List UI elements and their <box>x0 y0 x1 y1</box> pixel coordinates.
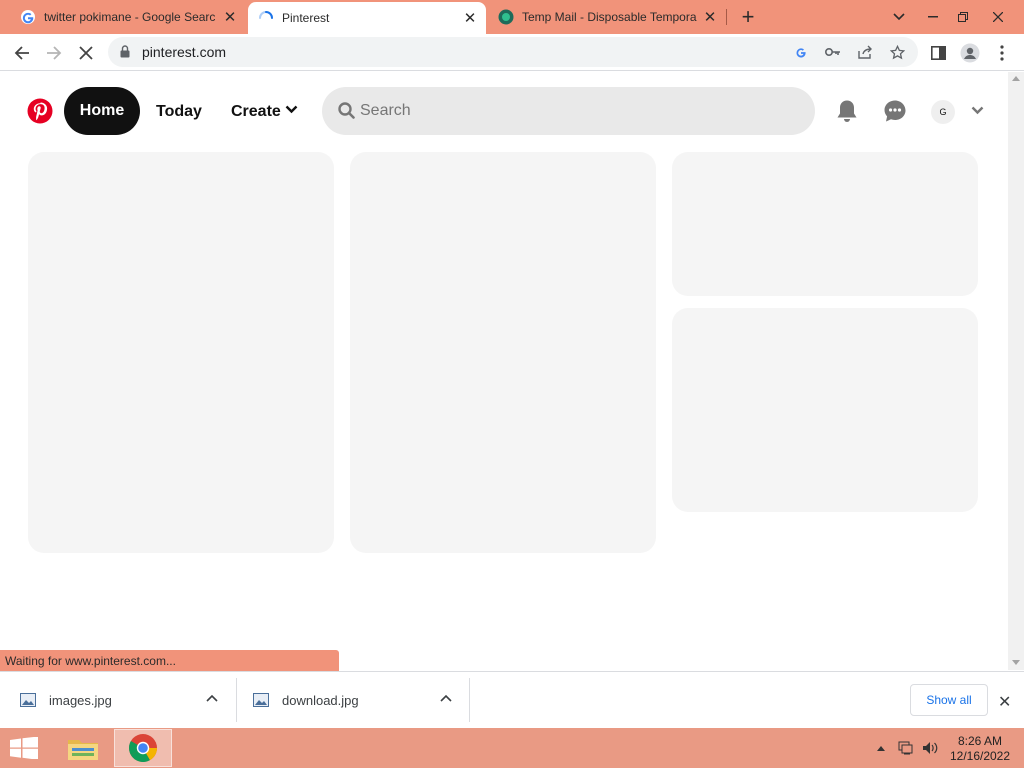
download-filename: images.jpg <box>49 692 112 708</box>
profile-icon <box>960 43 980 63</box>
bookmark-star-icon[interactable] <box>888 43 906 61</box>
close-window-icon[interactable] <box>980 0 1016 34</box>
status-bubble: Waiting for www.pinterest.com... <box>0 650 339 671</box>
close-tab-icon[interactable]: ✕ <box>702 9 718 26</box>
tab-strip: twitter pokimane - Google Searc ✕ Pinter… <box>0 0 1024 34</box>
stop-icon <box>79 46 93 60</box>
chrome-icon <box>129 734 157 762</box>
browser-toolbar: pinterest.com <box>0 34 1024 71</box>
file-explorer-taskbar-button[interactable] <box>54 729 112 767</box>
close-download-shelf-icon[interactable]: ✕ <box>998 692 1011 712</box>
tab-search-chevron-icon[interactable] <box>884 0 914 34</box>
show-all-downloads-button[interactable]: Show all <box>910 684 988 716</box>
clock-date: 12/16/2022 <box>949 749 1011 763</box>
forward-arrow-icon <box>47 46 62 60</box>
image-file-icon <box>20 693 36 707</box>
share-icon[interactable] <box>856 43 874 61</box>
chevron-down-icon[interactable] <box>285 105 298 114</box>
download-item[interactable]: download.jpg <box>233 672 469 728</box>
password-key-icon[interactable] <box>824 43 842 61</box>
nav-today-link[interactable]: Today <box>156 103 202 121</box>
tab-title: twitter pokimane - Google Searc <box>44 10 216 24</box>
vertical-scrollbar[interactable] <box>1008 72 1024 670</box>
google-icon <box>21 10 35 24</box>
google-lens-icon[interactable] <box>792 43 810 61</box>
download-filename: download.jpg <box>282 692 359 708</box>
notifications-bell-icon[interactable] <box>834 98 860 124</box>
search-input[interactable] <box>360 87 800 135</box>
close-tab-icon[interactable]: ✕ <box>462 10 478 27</box>
side-panel-button[interactable] <box>924 39 952 67</box>
side-panel-icon <box>930 46 946 60</box>
back-arrow-icon <box>14 46 29 60</box>
back-button[interactable] <box>8 39 36 67</box>
tab-temp-mail[interactable]: Temp Mail - Disposable Tempora ✕ <box>488 0 726 34</box>
volume-icon[interactable] <box>920 728 940 768</box>
restore-icon[interactable] <box>948 0 978 34</box>
tab-google-search[interactable]: twitter pokimane - Google Searc ✕ <box>0 0 246 34</box>
taskbar-clock[interactable]: 8:26 AM 12/16/2022 <box>944 734 1016 764</box>
download-item[interactable]: images.jpg <box>0 672 236 728</box>
chevron-up-icon[interactable] <box>440 694 452 702</box>
tab-title: Pinterest <box>282 11 330 25</box>
nav-home-button[interactable]: Home <box>64 87 140 135</box>
pinterest-logo-icon[interactable] <box>27 98 53 124</box>
clock-time: 8:26 AM <box>957 734 1003 748</box>
url-text: pinterest.com <box>142 44 227 60</box>
show-hidden-icons-arrow-icon[interactable] <box>874 728 888 768</box>
pin-placeholder <box>672 152 978 296</box>
chrome-menu-button[interactable] <box>988 39 1016 67</box>
tab-pinterest[interactable]: Pinterest ✕ <box>248 2 486 34</box>
minimize-icon[interactable] <box>918 0 948 34</box>
stop-loading-button[interactable] <box>72 39 100 67</box>
search-icon <box>338 102 355 119</box>
account-chevron-down-icon[interactable] <box>971 106 984 115</box>
pin-placeholder <box>28 152 334 553</box>
scroll-up-arrow-icon[interactable] <box>1012 76 1020 81</box>
image-file-icon <box>253 693 269 707</box>
file-explorer-icon <box>68 740 98 760</box>
forward-button[interactable] <box>40 39 68 67</box>
tab-separator <box>726 9 727 25</box>
close-tab-icon[interactable]: ✕ <box>222 9 238 26</box>
new-tab-button[interactable]: + <box>736 4 760 29</box>
page-viewport: Home Today Create G <box>0 72 1008 670</box>
download-shelf: images.jpg download.jpg Show all ✕ <box>0 671 1024 728</box>
windows-taskbar: 8:26 AM 12/16/2022 <box>0 728 1024 768</box>
address-bar[interactable]: pinterest.com <box>108 37 918 67</box>
download-separator <box>469 678 470 722</box>
lock-icon[interactable] <box>120 45 130 58</box>
tab-title: Temp Mail - Disposable Tempora <box>522 10 697 24</box>
profile-button[interactable] <box>956 39 984 67</box>
pin-placeholder <box>672 308 978 512</box>
avatar[interactable]: G <box>931 100 955 124</box>
nav-create-button[interactable]: Create <box>231 103 281 121</box>
temp-mail-icon <box>498 9 514 25</box>
chevron-up-icon[interactable] <box>206 694 218 702</box>
search-bar[interactable] <box>322 87 815 135</box>
windows-start-icon[interactable] <box>9 737 39 759</box>
chrome-taskbar-button[interactable] <box>114 729 172 767</box>
network-icon[interactable] <box>896 728 916 768</box>
scroll-down-arrow-icon[interactable] <box>1012 660 1020 665</box>
loading-spinner-icon <box>259 11 273 19</box>
messages-chat-icon[interactable] <box>882 98 908 124</box>
kebab-menu-icon <box>1000 45 1004 61</box>
pin-placeholder <box>350 152 656 553</box>
